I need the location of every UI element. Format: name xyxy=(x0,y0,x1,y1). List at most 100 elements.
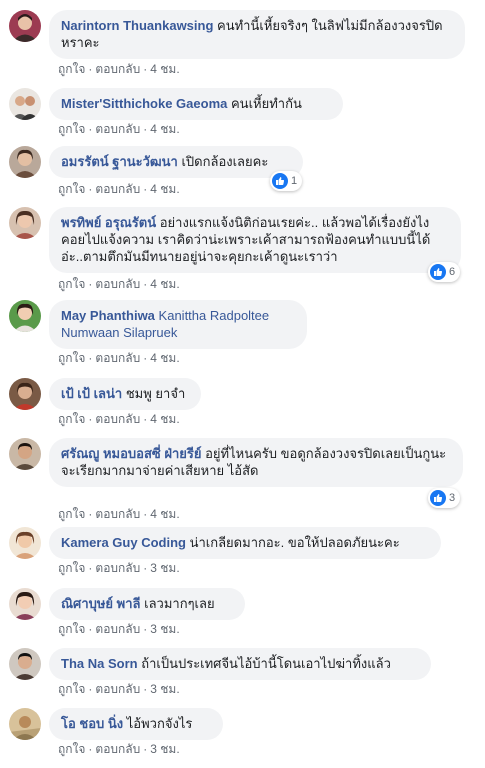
separator: · xyxy=(88,622,93,636)
separator: · xyxy=(88,507,93,521)
comment-author-link[interactable]: ณิศาบุษย์ พาลี xyxy=(61,596,141,611)
reply-link[interactable]: ตอบกลับ xyxy=(95,182,140,196)
avatar[interactable] xyxy=(9,207,41,239)
avatar[interactable] xyxy=(9,527,41,559)
reply-link[interactable]: ตอบกลับ xyxy=(95,742,140,756)
reaction-count-badge[interactable]: 6 xyxy=(428,262,461,282)
reaction-count: 3 xyxy=(449,492,456,504)
timestamp-link[interactable]: 3 ชม. xyxy=(150,682,179,696)
separator: · xyxy=(143,742,148,756)
thumbs-up-icon xyxy=(272,173,288,189)
separator: · xyxy=(88,62,93,76)
comment-text: เปิดกล้องเลยคะ xyxy=(181,154,269,169)
avatar[interactable] xyxy=(9,300,41,332)
comment-actions: ถูกใจ · ตอบกลับ · 4 ชม. xyxy=(58,506,180,522)
reaction-count: 6 xyxy=(449,266,456,278)
like-link[interactable]: ถูกใจ xyxy=(58,277,85,291)
timestamp-link[interactable]: 4 ชม. xyxy=(150,412,179,426)
comment-actions: ถูกใจ · ตอบกลับ · 4 ชม. xyxy=(58,181,180,197)
reply-link[interactable]: ตอบกลับ xyxy=(95,277,140,291)
comment-actions: ถูกใจ · ตอบกลับ · 4 ชม. xyxy=(58,61,180,77)
like-link[interactable]: ถูกใจ xyxy=(58,182,85,196)
like-link[interactable]: ถูกใจ xyxy=(58,412,85,426)
comment-text: น่าเกลียดมากอะ. ขอให้ปลอดภัยนะคะ xyxy=(189,535,400,550)
timestamp-link[interactable]: 4 ชม. xyxy=(150,507,179,521)
comment-bubble: Tha Na Sorn ถ้าเป็นประเทศจีนไอ้บ้านี้โดน… xyxy=(49,648,431,680)
like-link[interactable]: ถูกใจ xyxy=(58,622,85,636)
reply-link[interactable]: ตอบกลับ xyxy=(95,412,140,426)
avatar[interactable] xyxy=(9,438,41,470)
timestamp-link[interactable]: 4 ชม. xyxy=(150,62,179,76)
comment-author-link[interactable]: Mister'Sitthichoke Gaeoma xyxy=(61,96,227,111)
timestamp-link[interactable]: 4 ชม. xyxy=(150,182,179,196)
timestamp-link[interactable]: 4 ชม. xyxy=(150,351,179,365)
like-link[interactable]: ถูกใจ xyxy=(58,561,85,575)
reply-link[interactable]: ตอบกลับ xyxy=(95,507,140,521)
timestamp-link[interactable]: 4 ชม. xyxy=(150,122,179,136)
timestamp-link[interactable]: 3 ชม. xyxy=(150,742,179,756)
comment-author-link[interactable]: อมรรัตน์ ฐานะวัฒนา xyxy=(61,154,178,169)
separator: · xyxy=(143,62,148,76)
comment-bubble: Mister'Sitthichoke Gaeoma คนเหี้ยทำกัน xyxy=(49,88,343,120)
reaction-count-badge[interactable]: 1 xyxy=(270,171,303,191)
like-link[interactable]: ถูกใจ xyxy=(58,351,85,365)
avatar[interactable] xyxy=(9,648,41,680)
comment-list: Narintorn Thuankawsing คนทำนี้เหี้ยจริงๆ… xyxy=(0,0,485,768)
comment-author-link[interactable]: พรทิพย์ อรุณรัตน์ xyxy=(61,215,156,230)
separator: · xyxy=(88,122,93,136)
comment-bubble: พรทิพย์ อรุณรัตน์ อย่างแรกแจ้งนิติก่อนเร… xyxy=(49,207,461,273)
reply-link[interactable]: ตอบกลับ xyxy=(95,62,140,76)
comment-author-link[interactable]: เป้ เป้ เลน่า xyxy=(61,386,122,401)
avatar[interactable] xyxy=(9,708,41,740)
avatar[interactable] xyxy=(9,588,41,620)
comment-bubble: May Phanthiwa Kanittha Radpoltee Numwaan… xyxy=(49,300,307,349)
reaction-count-badge[interactable]: 3 xyxy=(428,488,461,508)
timestamp-link[interactable]: 4 ชม. xyxy=(150,277,179,291)
separator: · xyxy=(143,351,148,365)
separator: · xyxy=(143,561,148,575)
comment-actions: ถูกใจ · ตอบกลับ · 4 ชม. xyxy=(58,411,180,427)
separator: · xyxy=(88,682,93,696)
separator: · xyxy=(88,561,93,575)
comment-text: ไอ้พวกจังไร xyxy=(126,716,193,731)
thumbs-up-icon xyxy=(430,490,446,506)
reply-link[interactable]: ตอบกลับ xyxy=(95,561,140,575)
comment-actions: ถูกใจ · ตอบกลับ · 3 ชม. xyxy=(58,741,180,757)
comment-bubble: ณิศาบุษย์ พาลี เลวมากๆเลย xyxy=(49,588,245,620)
comment-author-link[interactable]: Kamera Guy Coding xyxy=(61,535,186,550)
like-link[interactable]: ถูกใจ xyxy=(58,682,85,696)
like-link[interactable]: ถูกใจ xyxy=(58,122,85,136)
like-link[interactable]: ถูกใจ xyxy=(58,507,85,521)
thumbs-up-icon xyxy=(430,264,446,280)
separator: · xyxy=(143,412,148,426)
comment-author-link[interactable]: ศรัณญู หมอบอสซี่ ฝ่ายรีย์ xyxy=(61,446,202,461)
timestamp-link[interactable]: 3 ชม. xyxy=(150,622,179,636)
comment-author-link[interactable]: Tha Na Sorn xyxy=(61,656,138,671)
like-link[interactable]: ถูกใจ xyxy=(58,742,85,756)
avatar[interactable] xyxy=(9,378,41,410)
comment-text: ชมพู ยาจำ xyxy=(125,386,186,401)
comment-author-link[interactable]: โอ ชอบ นิ่ง xyxy=(61,716,123,731)
reply-link[interactable]: ตอบกลับ xyxy=(95,682,140,696)
comment-author-link[interactable]: May Phanthiwa xyxy=(61,308,155,323)
timestamp-link[interactable]: 3 ชม. xyxy=(150,561,179,575)
reply-link[interactable]: ตอบกลับ xyxy=(95,351,140,365)
reply-link[interactable]: ตอบกลับ xyxy=(95,122,140,136)
separator: · xyxy=(88,182,93,196)
comment-actions: ถูกใจ · ตอบกลับ · 4 ชม. xyxy=(58,350,180,366)
avatar[interactable] xyxy=(9,10,41,42)
comment-bubble: เป้ เป้ เลน่า ชมพู ยาจำ xyxy=(49,378,201,410)
like-link[interactable]: ถูกใจ xyxy=(58,62,85,76)
reaction-count: 1 xyxy=(291,175,298,187)
comment-bubble: ศรัณญู หมอบอสซี่ ฝ่ายรีย์ อยู่ที่ไหนครับ… xyxy=(49,438,463,487)
avatar[interactable] xyxy=(9,88,41,120)
avatar[interactable] xyxy=(9,146,41,178)
separator: · xyxy=(143,682,148,696)
comment-bubble: โอ ชอบ นิ่ง ไอ้พวกจังไร xyxy=(49,708,223,740)
reply-link[interactable]: ตอบกลับ xyxy=(95,622,140,636)
comment-author-link[interactable]: Narintorn Thuankawsing xyxy=(61,18,213,33)
separator: · xyxy=(143,182,148,196)
comment-actions: ถูกใจ · ตอบกลับ · 3 ชม. xyxy=(58,621,180,637)
comment-text: ถ้าเป็นประเทศจีนไอ้บ้านี้โดนเอาไปฆ่าทิ้ง… xyxy=(141,656,391,671)
comment-bubble: อมรรัตน์ ฐานะวัฒนา เปิดกล้องเลยคะ xyxy=(49,146,303,178)
